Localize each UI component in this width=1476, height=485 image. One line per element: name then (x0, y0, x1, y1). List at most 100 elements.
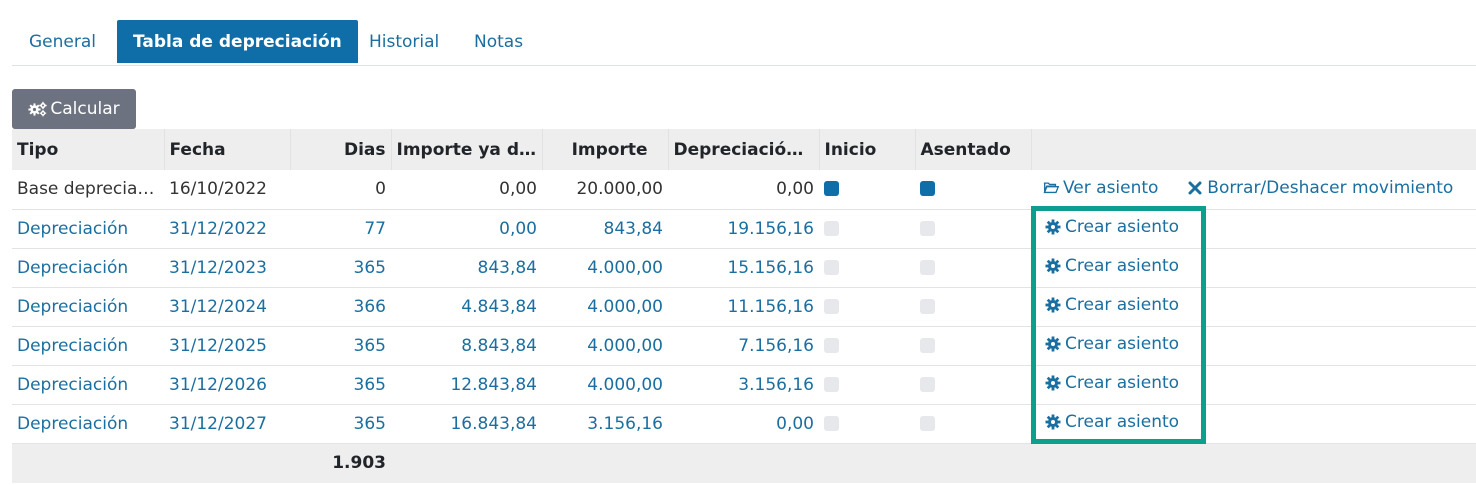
cell-depreciacion: 3.156,16 (668, 365, 819, 405)
create-entry-button[interactable]: Crear asiento (1045, 373, 1179, 393)
gear-icon (1045, 219, 1061, 235)
cell-depreciacion: 0,00 (668, 404, 819, 444)
cell-inicio (819, 365, 915, 405)
table-row[interactable]: Depreciación 31/12/2022 77 0,00 843,84 19.156… (12, 209, 1476, 249)
table-row[interactable]: Depreciación 31/12/2024 366 4.843,84 4.000,0… (12, 287, 1476, 327)
cell-actions: Crear asiento (1031, 287, 1476, 327)
inicio-checkbox[interactable] (824, 259, 839, 275)
times-icon (1188, 181, 1202, 195)
tab-depreciation-table[interactable]: Tabla de depreciación (117, 20, 358, 63)
table-row[interactable]: Depreciación 31/12/2025 365 8.843,84 4.000,0… (12, 326, 1476, 366)
gear-icon (1045, 258, 1061, 274)
cell-fecha: 31/12/2023 (164, 248, 290, 288)
cell-inicio (819, 248, 915, 288)
table-row[interactable]: Depreciación 31/12/2027 365 16.843,84 3.156,… (12, 404, 1476, 444)
cell-depreciacion: 15.156,16 (668, 248, 819, 288)
cell-depreciacion: 19.156,16 (668, 209, 819, 249)
cell-fecha: 31/12/2026 (164, 365, 290, 405)
tab-notes[interactable]: Notas (458, 20, 539, 63)
cell-importe-ya: 843,84 (391, 248, 542, 288)
cell-asentado (915, 248, 1031, 288)
column-header-importe-ya[interactable]: Importe ya de… (391, 129, 543, 170)
inicio-checkbox[interactable] (824, 181, 839, 197)
cell-fecha: 31/12/2027 (164, 404, 290, 444)
cell-actions: Crear asiento (1031, 326, 1476, 366)
cell-inicio (819, 209, 915, 249)
total-dias: 1.903 (290, 443, 391, 483)
cell-dias: 77 (290, 209, 391, 249)
folder-open-icon (1043, 182, 1059, 193)
cell-actions: Crear asiento (1031, 248, 1476, 288)
cell-importe: 843,84 (542, 209, 668, 249)
inicio-checkbox[interactable] (824, 337, 839, 353)
cell-tipo: Depreciación (12, 404, 164, 444)
cell-importe-ya: 0,00 (391, 209, 542, 249)
cell-importe: 3.156,16 (542, 404, 668, 444)
table-row[interactable]: Depreciación 31/12/2023 365 843,84 4.000,00 1… (12, 248, 1476, 288)
gear-icon (1045, 375, 1061, 391)
cell-asentado (915, 287, 1031, 327)
cell-fecha: 31/12/2025 (164, 326, 290, 366)
cell-actions: Crear asiento (1031, 404, 1476, 444)
table-row[interactable]: Depreciación 31/12/2026 365 12.843,84 4.000,… (12, 365, 1476, 405)
calculate-button[interactable]: Calcular (12, 89, 136, 129)
cell-tipo: Depreciación (12, 248, 164, 288)
cell-tipo: Depreciación (12, 365, 164, 405)
undo-move-button[interactable]: Borrar/Deshacer movimiento (1187, 178, 1453, 198)
cell-depreciacion: 7.156,16 (668, 326, 819, 366)
cell-dias: 365 (290, 248, 391, 288)
create-entry-button[interactable]: Crear asiento (1045, 217, 1179, 237)
cell-importe: 4.000,00 (542, 326, 668, 366)
cell-asentado (915, 170, 1031, 210)
inicio-checkbox[interactable] (824, 298, 839, 314)
tab-general[interactable]: General (13, 20, 112, 63)
cell-tipo: Depreciación (12, 209, 164, 249)
table-footer-row: 1.903 (12, 443, 1476, 483)
cell-inicio (819, 287, 915, 327)
asentado-checkbox[interactable] (920, 337, 935, 353)
table-header-row: Tipo Fecha Dias Importe ya de… Importe D… (12, 129, 1476, 170)
create-entry-button[interactable]: Crear asiento (1045, 412, 1179, 432)
cell-importe-ya: 4.843,84 (391, 287, 542, 327)
cell-actions: Crear asiento (1031, 209, 1476, 249)
inicio-checkbox[interactable] (824, 376, 839, 392)
asentado-checkbox[interactable] (920, 181, 935, 197)
cell-fecha: 31/12/2022 (164, 209, 290, 249)
create-entry-button[interactable]: Crear asiento (1045, 256, 1179, 276)
cell-importe-ya: 12.843,84 (391, 365, 542, 405)
asentado-checkbox[interactable] (920, 259, 935, 275)
asentado-checkbox[interactable] (920, 298, 935, 314)
create-entry-label: Crear asiento (1065, 256, 1180, 276)
tab-history[interactable]: Historial (353, 20, 455, 63)
column-header-inicio[interactable]: Inicio (819, 129, 916, 170)
view-move-button[interactable]: Ver asiento (1043, 178, 1158, 198)
column-header-fecha[interactable]: Fecha (164, 129, 291, 170)
create-entry-label: Crear asiento (1065, 217, 1180, 237)
create-entry-label: Crear asiento (1065, 334, 1180, 354)
create-entry-button[interactable]: Crear asiento (1045, 334, 1179, 354)
cell-actions: Crear asiento (1031, 365, 1476, 405)
asentado-checkbox[interactable] (920, 376, 935, 392)
cell-importe: 4.000,00 (542, 248, 668, 288)
table-row-base[interactable]: Base depreciac… 16/10/2022 0 0,00 20.000… (12, 170, 1476, 210)
cell-fecha: 31/12/2024 (164, 287, 290, 327)
asentado-checkbox[interactable] (920, 415, 935, 431)
column-header-depreciacion[interactable]: Depreciación … (668, 129, 820, 170)
create-entry-label: Crear asiento (1065, 295, 1180, 315)
column-header-importe[interactable]: Importe (542, 129, 669, 170)
cell-inicio (819, 170, 915, 210)
cell-dias: 365 (290, 326, 391, 366)
column-header-asentado[interactable]: Asentado (915, 129, 1032, 170)
cell-importe: 4.000,00 (542, 365, 668, 405)
create-entry-button[interactable]: Crear asiento (1045, 295, 1179, 315)
inicio-checkbox[interactable] (824, 415, 839, 431)
column-header-tipo[interactable]: Tipo (12, 129, 165, 170)
view-move-label: Ver asiento (1063, 177, 1159, 198)
cell-depreciacion: 0,00 (668, 170, 819, 210)
cell-asentado (915, 209, 1031, 249)
asentado-checkbox[interactable] (920, 220, 935, 236)
cell-importe: 4.000,00 (542, 287, 668, 327)
column-header-dias[interactable]: Dias (290, 129, 392, 170)
inicio-checkbox[interactable] (824, 220, 839, 236)
cell-depreciacion: 11.156,16 (668, 287, 819, 327)
